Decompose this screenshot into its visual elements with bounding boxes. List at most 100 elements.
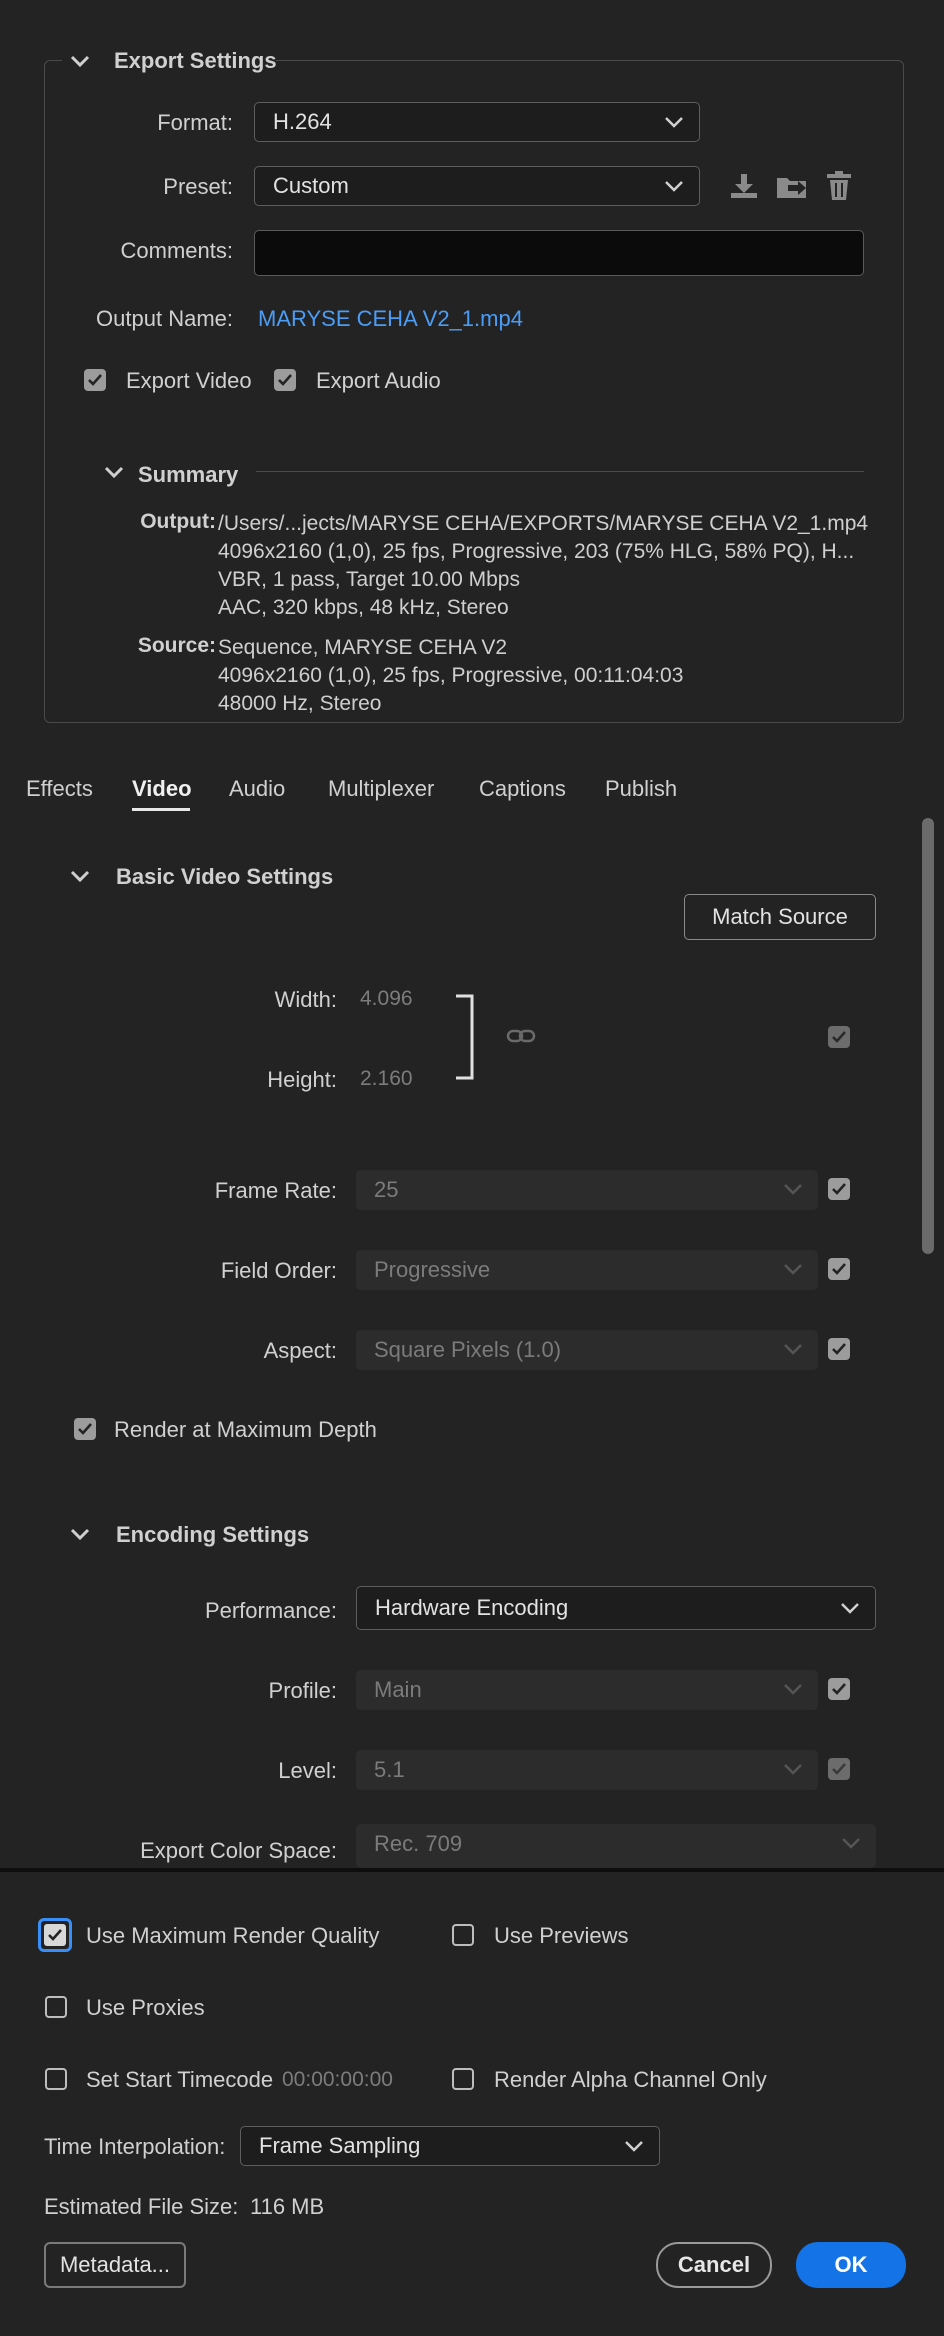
performance-value: Hardware Encoding (375, 1595, 569, 1620)
set-start-timecode-checkbox[interactable] (45, 2068, 67, 2090)
export-audio-label[interactable]: Export Audio (316, 368, 441, 394)
output-name-link[interactable]: MARYSE CEHA V2_1.mp4 (258, 306, 523, 332)
profile-dropdown[interactable]: Main (356, 1670, 818, 1710)
basic-video-settings-title: Basic Video Settings (116, 864, 334, 889)
level-value: 5.1 (374, 1757, 405, 1782)
color-space-label: Export Color Space: (140, 1838, 337, 1863)
summary-source-audio: 48000 Hz, Stereo (218, 692, 382, 715)
preset-value: Custom (273, 173, 349, 198)
field-order-override-checkbox[interactable] (828, 1258, 850, 1280)
render-alpha-label[interactable]: Render Alpha Channel Only (494, 2067, 767, 2093)
chevron-down-icon[interactable] (68, 868, 92, 884)
summary-output-path: /Users/...jects/MARYSE CEHA/EXPORTS/MARY… (218, 512, 869, 535)
summary-source-sequence: Sequence, MARYSE CEHA V2 (218, 636, 508, 659)
start-timecode-value[interactable]: 00:00:00:00 (282, 2068, 393, 2092)
level-dropdown[interactable]: 5.1 (356, 1750, 818, 1790)
time-interpolation-dropdown[interactable]: Frame Sampling (240, 2126, 660, 2166)
chevron-down-icon (784, 1264, 802, 1275)
set-start-timecode-label[interactable]: Set Start Timecode (86, 2067, 273, 2093)
chevron-down-icon[interactable] (68, 1526, 92, 1542)
export-audio-checkbox[interactable] (274, 369, 296, 391)
chevron-down-icon (784, 1764, 802, 1775)
summary-source-video: 4096x2160 (1,0), 25 fps, Progressive, 00… (218, 664, 684, 687)
estimated-file-size-value: 116 MB (250, 2194, 325, 2219)
chevron-down-icon (841, 1603, 859, 1614)
profile-value: Main (374, 1677, 422, 1702)
profile-override-checkbox[interactable] (828, 1678, 850, 1700)
aspect-value: Square Pixels (1.0) (374, 1337, 562, 1362)
height-value: 2.160 (360, 1067, 413, 1090)
use-previews-checkbox[interactable] (452, 1924, 474, 1946)
use-proxies-checkbox[interactable] (45, 1996, 67, 2018)
export-settings-title: Export Settings (114, 48, 277, 73)
tab-video[interactable]: Video (132, 776, 192, 802)
summary-output-label: Output: (140, 510, 216, 533)
chevron-down-icon (784, 1684, 802, 1695)
aspect-label: Aspect: (263, 1338, 337, 1363)
tab-multiplexer[interactable]: Multiplexer (328, 776, 434, 802)
preset-dropdown[interactable]: Custom (254, 166, 700, 206)
aspect-dropdown[interactable]: Square Pixels (1.0) (356, 1330, 818, 1370)
summary-divider (256, 471, 864, 472)
render-max-depth-checkbox[interactable] (74, 1418, 96, 1440)
chevron-down-icon (665, 117, 683, 128)
summary-source-label: Source: (137, 634, 216, 657)
width-label: Width: (274, 987, 337, 1012)
estimated-file-size-label: Estimated File Size: (44, 2194, 239, 2219)
summary-output-video: 4096x2160 (1,0), 25 fps, Progressive, 20… (218, 540, 855, 563)
frame-rate-dropdown[interactable]: 25 (356, 1170, 818, 1210)
encoding-settings-title: Encoding Settings (116, 1522, 310, 1547)
max-render-quality-checkbox[interactable] (38, 1918, 72, 1952)
profile-label: Profile: (268, 1678, 337, 1703)
use-proxies-label[interactable]: Use Proxies (86, 1995, 205, 2021)
summary-output-audio: AAC, 320 kbps, 48 kHz, Stereo (218, 596, 509, 619)
tab-effects[interactable]: Effects (26, 776, 93, 802)
time-interpolation-label: Time Interpolation: (44, 2134, 226, 2159)
summary-source-lines: Sequence, MARYSE CEHA V2 4096x2160 (1,0)… (218, 634, 683, 718)
chevron-down-icon (665, 181, 683, 192)
format-value: H.264 (273, 109, 332, 134)
chevron-down-icon[interactable] (68, 53, 92, 69)
chevron-down-icon[interactable] (102, 464, 126, 480)
field-order-dropdown[interactable]: Progressive (356, 1250, 818, 1290)
export-video-label[interactable]: Export Video (126, 368, 252, 394)
render-alpha-checkbox[interactable] (452, 2068, 474, 2090)
tab-bar: Effects Video Audio Multiplexer Captions… (0, 772, 920, 812)
max-render-quality-label[interactable]: Use Maximum Render Quality (86, 1923, 379, 1949)
comments-input[interactable] (254, 230, 864, 276)
format-dropdown[interactable]: H.264 (254, 102, 700, 142)
format-label: Format: (157, 110, 233, 135)
frame-rate-value: 25 (374, 1177, 399, 1202)
render-max-depth-label[interactable]: Render at Maximum Depth (114, 1417, 377, 1443)
scrollbar-thumb[interactable] (922, 818, 934, 1254)
trash-icon[interactable] (824, 170, 854, 202)
export-video-checkbox[interactable] (84, 369, 106, 391)
summary-title: Summary (138, 462, 239, 487)
output-name-label: Output Name: (96, 306, 233, 331)
import-preset-icon[interactable] (774, 172, 810, 200)
tab-publish[interactable]: Publish (605, 776, 677, 802)
width-height-override-checkbox[interactable] (828, 1026, 850, 1048)
performance-label: Performance: (204, 1598, 337, 1623)
link-icon[interactable] (506, 1028, 536, 1044)
width-value: 4.096 (360, 987, 413, 1010)
match-source-button[interactable]: Match Source (684, 894, 876, 940)
cancel-button[interactable]: Cancel (656, 2242, 772, 2288)
ok-button[interactable]: OK (796, 2242, 906, 2288)
metadata-button[interactable]: Metadata... (44, 2242, 186, 2288)
field-order-value: Progressive (374, 1257, 491, 1282)
aspect-override-checkbox[interactable] (828, 1338, 850, 1360)
height-label: Height: (267, 1067, 337, 1092)
level-label: Level: (278, 1758, 337, 1783)
use-previews-label[interactable]: Use Previews (494, 1923, 628, 1949)
save-preset-icon[interactable] (728, 172, 760, 200)
tab-captions[interactable]: Captions (479, 776, 566, 802)
tab-audio[interactable]: Audio (229, 776, 285, 802)
performance-dropdown[interactable]: Hardware Encoding (356, 1586, 876, 1630)
level-override-checkbox[interactable] (828, 1758, 850, 1780)
color-space-dropdown[interactable]: Rec. 709 (356, 1824, 876, 1868)
preset-label: Preset: (163, 174, 233, 199)
frame-rate-override-checkbox[interactable] (828, 1178, 850, 1200)
field-order-label: Field Order: (220, 1258, 337, 1283)
chevron-down-icon (784, 1184, 802, 1195)
